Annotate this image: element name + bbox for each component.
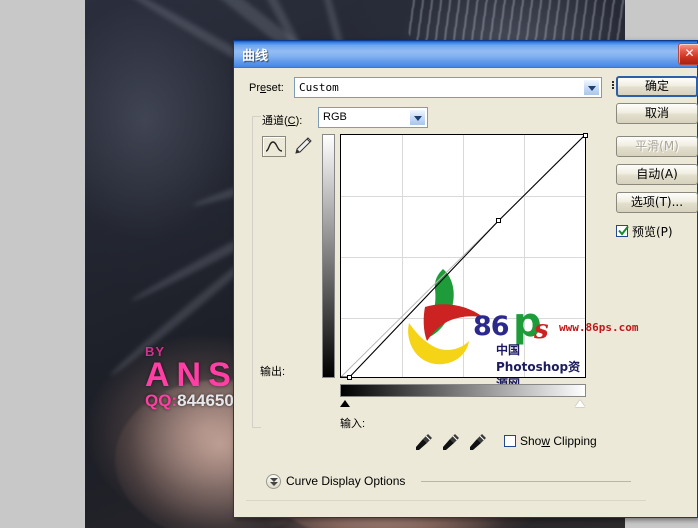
white-point-eyedropper-icon[interactable]: [468, 432, 488, 452]
auto-button[interactable]: 自动(A): [616, 164, 698, 185]
eyedropper-glyph: [470, 434, 486, 450]
curves-dialog: 曲线 ✕ Preset: Custom 通道(C): RGB 86 p s ww…: [233, 40, 698, 518]
input-gradient-bar: [340, 384, 586, 397]
check-icon: [618, 225, 629, 236]
white-point-marker-icon[interactable]: [575, 400, 585, 407]
preset-select[interactable]: Custom: [294, 77, 602, 98]
preview-label: 预览(P): [632, 225, 673, 239]
smooth-button: 平滑(M): [616, 136, 698, 157]
black-point-eyedropper-icon[interactable]: [414, 432, 434, 452]
divider: [246, 500, 646, 501]
curve-control-point[interactable]: [496, 217, 502, 223]
chevron-down-icon[interactable]: [583, 79, 600, 96]
curve-control-point[interactable]: [347, 374, 353, 380]
eyedropper-glyph: [416, 434, 432, 450]
channel-label: 通道(C):: [262, 115, 303, 127]
close-icon[interactable]: ✕: [678, 43, 698, 65]
preset-value: Custom: [299, 81, 339, 94]
input-label: 输入:: [340, 418, 366, 430]
options-button[interactable]: 选项(T)...: [616, 192, 698, 213]
show-clipping-checkbox[interactable]: [504, 435, 516, 447]
dialog-title: 曲线: [242, 49, 269, 64]
dialog-body: Preset: Custom 通道(C): RGB 86 p s www.86p…: [234, 68, 698, 519]
pencil-tool-icon[interactable]: [292, 136, 314, 157]
dialog-titlebar[interactable]: 曲线 ✕: [234, 41, 698, 68]
chevron-down-icon[interactable]: [409, 109, 426, 126]
black-point-marker-icon[interactable]: [340, 400, 350, 407]
curve-tool-icon[interactable]: [262, 136, 286, 157]
curve-display-options-label: Curve Display Options: [286, 474, 406, 488]
curve-glyph: [265, 141, 283, 152]
divider: [421, 481, 631, 482]
curve-control-point[interactable]: [582, 132, 588, 138]
show-clipping-label: Show Clipping: [520, 434, 597, 448]
output-gradient-bar: [322, 134, 335, 378]
output-label: 输出:: [260, 366, 286, 378]
cancel-button[interactable]: 取消: [616, 103, 698, 124]
chevron-double-down-icon[interactable]: [266, 474, 281, 489]
ok-button[interactable]: 确定: [616, 76, 698, 97]
watermark-by: BY: [145, 344, 166, 359]
curve-plot[interactable]: [341, 135, 585, 377]
curve-grid[interactable]: 86 p s www.86ps.com 中国Photoshop资源网: [340, 132, 638, 391]
channel-group-frame: [252, 116, 261, 428]
eyedropper-glyph: [443, 434, 459, 450]
pencil-glyph: [295, 137, 312, 154]
preset-label: Preset:: [249, 82, 284, 94]
gray-point-eyedropper-icon[interactable]: [441, 432, 461, 452]
channel-select[interactable]: RGB: [318, 107, 428, 128]
channel-value: RGB: [323, 111, 347, 123]
